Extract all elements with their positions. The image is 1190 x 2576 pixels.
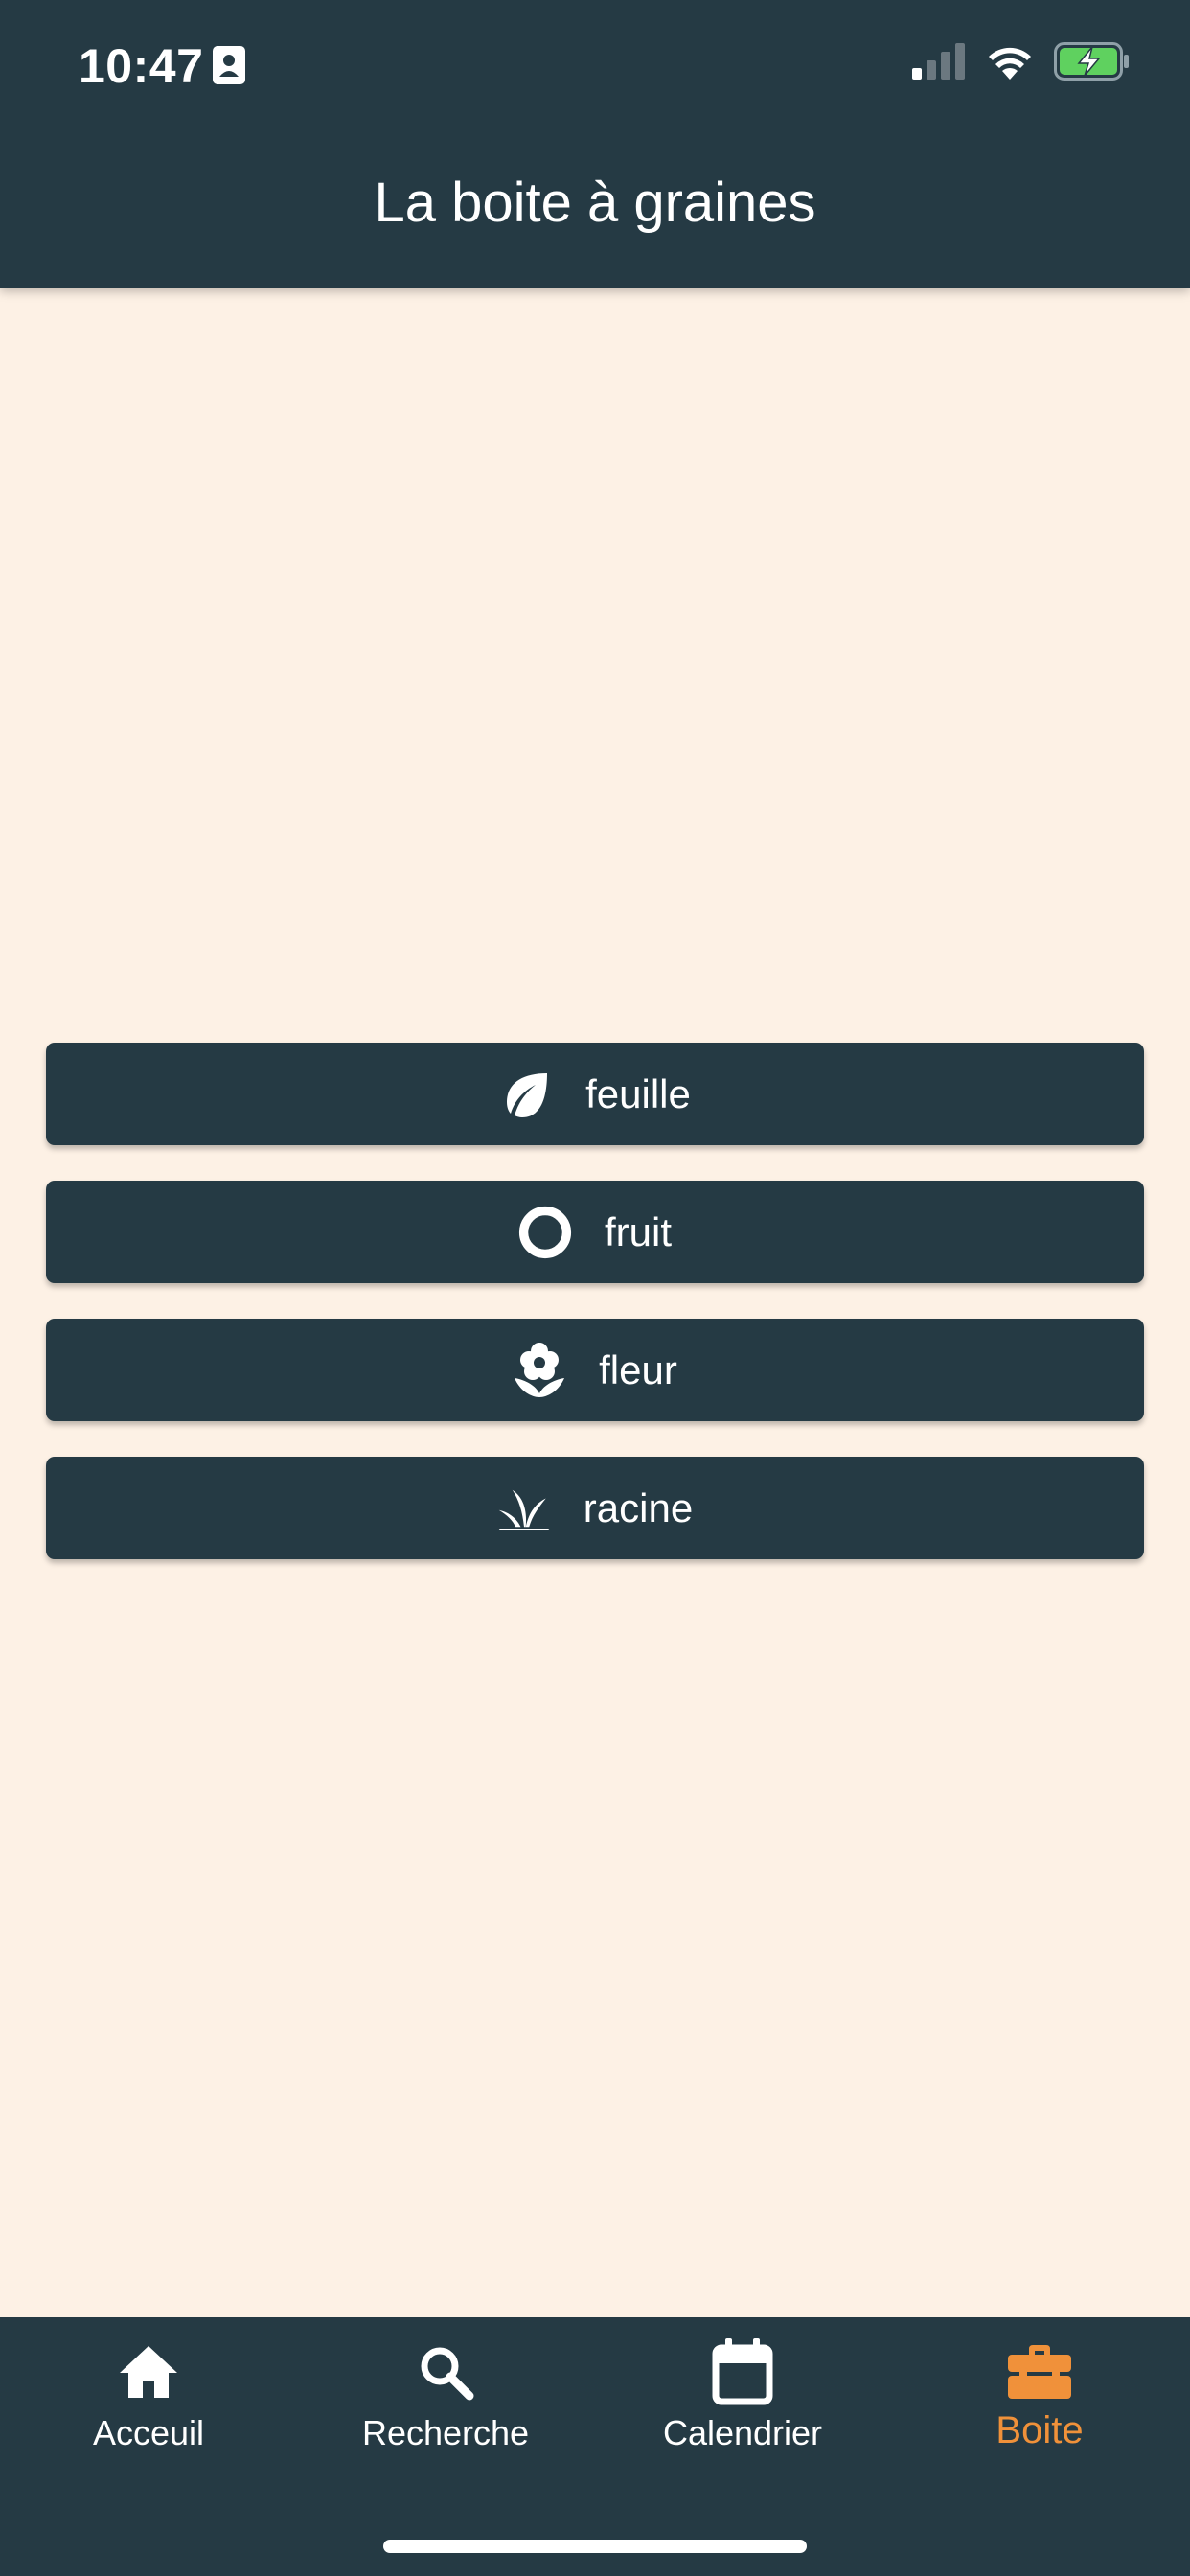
app-header: 10:47 La boite à graines <box>0 0 1190 288</box>
nav-item-boite[interactable]: Boite <box>891 2317 1188 2499</box>
nav-label: Acceuil <box>92 2413 205 2452</box>
leaf-icon <box>499 1068 553 1121</box>
contact-card-icon <box>213 46 245 84</box>
nav-item-calendrier[interactable]: Calendrier <box>594 2317 891 2499</box>
status-indicators <box>912 42 1131 80</box>
category-button-racine[interactable]: racine <box>46 1457 1144 1559</box>
cellular-signal-icon <box>912 43 965 80</box>
home-indicator[interactable] <box>383 2540 807 2553</box>
page-title: La boite à graines <box>374 172 816 234</box>
flower-icon <box>513 1342 566 1397</box>
category-label: fleur <box>599 1346 677 1392</box>
home-icon <box>115 2338 182 2405</box>
category-list: feuille fruit fleur racine <box>46 1043 1144 1595</box>
nav-label: Boite <box>995 2409 1084 2451</box>
nav-label: Recherche <box>361 2413 530 2452</box>
nav-item-acceuil[interactable]: Acceuil <box>0 2317 297 2499</box>
toolbox-icon <box>1006 2338 1073 2405</box>
category-label: fruit <box>604 1208 672 1254</box>
calendar-icon <box>709 2338 776 2405</box>
search-icon <box>412 2338 479 2405</box>
ring-icon <box>518 1206 572 1259</box>
category-button-fruit[interactable]: fruit <box>46 1181 1144 1283</box>
category-button-fleur[interactable]: fleur <box>46 1319 1144 1421</box>
nav-item-recherche[interactable]: Recherche <box>297 2317 594 2499</box>
battery-charging-icon <box>1054 42 1129 80</box>
category-button-feuille[interactable]: feuille <box>46 1043 1144 1145</box>
category-label: racine <box>583 1484 694 1530</box>
sprout-icon <box>497 1482 551 1535</box>
nav-label: Calendrier <box>662 2413 823 2452</box>
bottom-navigation: Acceuil Recherche Calendrier Boite <box>0 2317 1190 2576</box>
category-label: feuille <box>585 1070 691 1116</box>
status-time: 10:47 <box>79 39 204 93</box>
wifi-icon <box>989 47 1031 80</box>
